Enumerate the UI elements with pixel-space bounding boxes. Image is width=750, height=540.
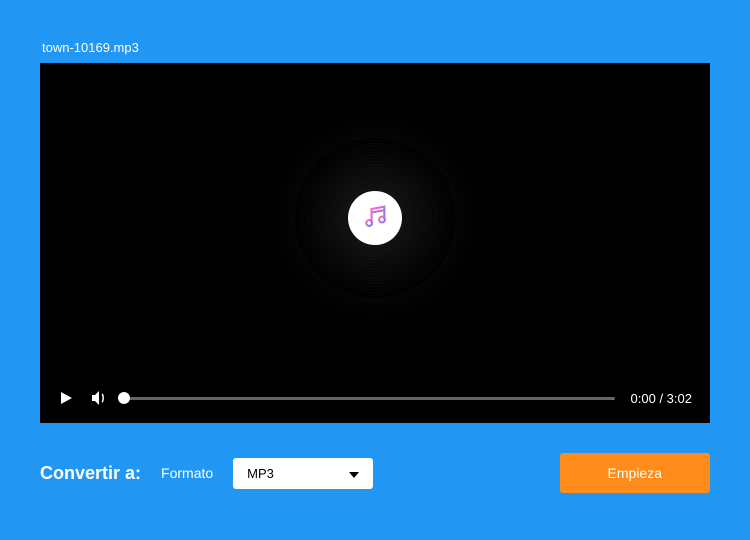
vinyl-center <box>348 191 402 245</box>
format-selected-value: MP3 <box>247 466 274 481</box>
music-note-icon <box>361 202 389 235</box>
convert-bar: Convertir a: Formato MP3 Empieza <box>40 453 710 493</box>
start-button[interactable]: Empieza <box>560 453 710 493</box>
vinyl-disc <box>295 138 455 298</box>
progress-bar[interactable] <box>124 397 615 400</box>
play-icon[interactable] <box>58 390 74 406</box>
time-display: 0:00 / 3:02 <box>631 391 692 406</box>
format-select[interactable]: MP3 <box>233 458 373 489</box>
chevron-down-icon <box>349 466 359 481</box>
player-viewport <box>40 63 710 373</box>
player-controls: 0:00 / 3:02 <box>40 373 710 423</box>
format-label: Formato <box>161 465 213 481</box>
media-player: 0:00 / 3:02 <box>40 63 710 423</box>
progress-thumb[interactable] <box>118 392 130 404</box>
convert-label: Convertir a: <box>40 463 141 484</box>
filename-label: town-10169.mp3 <box>42 40 710 55</box>
volume-icon[interactable] <box>90 389 108 407</box>
